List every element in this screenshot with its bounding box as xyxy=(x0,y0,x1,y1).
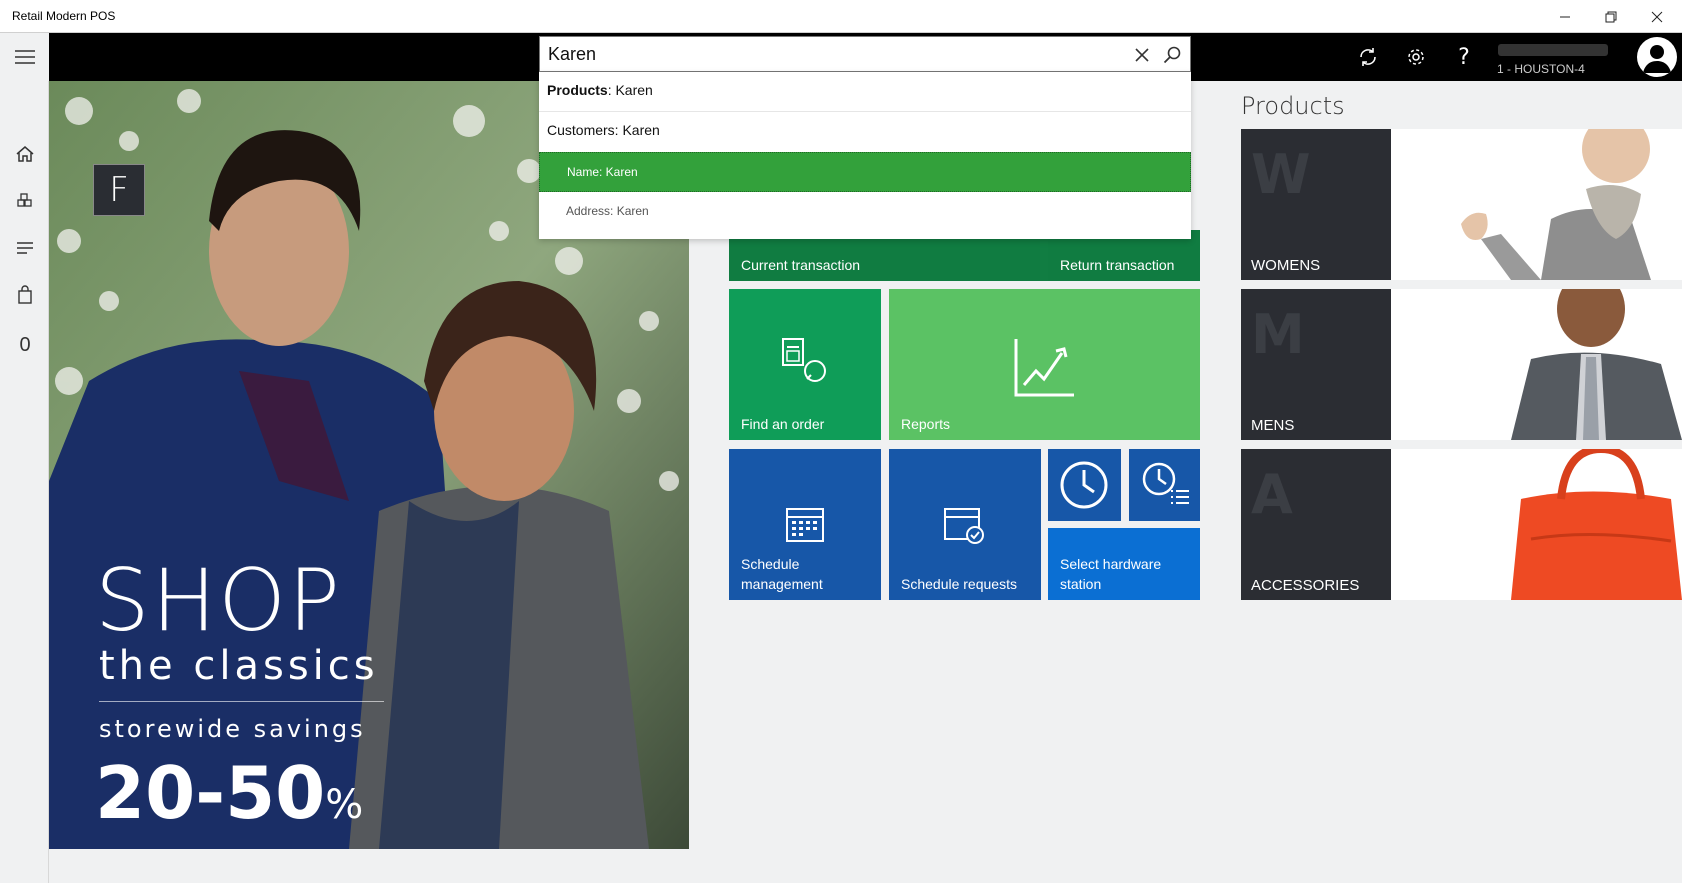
tile-label: Current transaction xyxy=(741,257,861,273)
products-heading: Products xyxy=(1241,92,1345,120)
chart-trend-icon xyxy=(1014,339,1074,397)
category-womens[interactable]: W WOMENS xyxy=(1241,129,1682,280)
promo-tagline: storewide savings xyxy=(99,715,366,743)
brand-logo: F xyxy=(93,164,145,216)
home-icon xyxy=(16,146,34,162)
mens-photo xyxy=(1391,289,1682,440)
cart-count: 0 xyxy=(19,334,31,356)
suggestion-label: Address: Karen xyxy=(566,204,649,218)
category-letter: W xyxy=(1251,143,1311,206)
tile-label: Select hardware station xyxy=(1060,554,1161,594)
tile-timeclock-entries[interactable] xyxy=(1129,449,1200,521)
suggestion-customer-address[interactable]: Address: Karen xyxy=(539,192,1191,232)
tile-schedule-requests[interactable]: Schedule requests xyxy=(889,449,1041,600)
suggestion-customers[interactable]: Customers: Karen xyxy=(539,112,1191,152)
calendar-check-icon xyxy=(944,508,984,544)
search-bar xyxy=(539,36,1191,72)
tile-clock-in[interactable] xyxy=(1048,449,1121,521)
sidebar-item-home[interactable] xyxy=(12,141,38,167)
suggestion-products-query: : Karen xyxy=(607,82,653,98)
tile-schedule-management[interactable]: Schedule management xyxy=(729,449,881,600)
search-submit-button[interactable] xyxy=(1160,43,1184,67)
promo-discount: 20-50% xyxy=(95,751,363,835)
title-bar: Retail Modern POS xyxy=(0,0,1682,33)
help-button[interactable]: ? xyxy=(1446,40,1482,74)
tile-label-line: management xyxy=(741,576,823,592)
suggestion-label: Name: Karen xyxy=(567,165,638,179)
category-label: ACCESSORIES xyxy=(1251,577,1360,594)
clear-search-button[interactable] xyxy=(1130,43,1154,67)
help-icon: ? xyxy=(1458,44,1470,70)
sidebar-item-products[interactable] xyxy=(12,188,38,214)
womens-photo xyxy=(1391,129,1682,280)
category-accessories[interactable]: A ACCESSORIES xyxy=(1241,449,1682,600)
sync-icon xyxy=(1360,48,1376,66)
gear-icon xyxy=(1408,49,1424,65)
promo-discount-suffix: % xyxy=(325,782,364,828)
suggestion-customer-name[interactable]: Name: Karen xyxy=(539,152,1191,192)
user-icon xyxy=(1643,45,1671,73)
sync-button[interactable] xyxy=(1350,40,1386,74)
tile-label-line: Select hardware xyxy=(1060,556,1162,572)
store-label: 1 - HOUSTON-4 xyxy=(1497,62,1585,76)
category-letter: A xyxy=(1251,463,1293,526)
category-label: WOMENS xyxy=(1251,257,1321,274)
tile-select-hardware-station[interactable]: Select hardware station xyxy=(1048,528,1200,600)
find-order-icon xyxy=(782,338,826,382)
restore-icon xyxy=(1605,11,1617,22)
sidebar-item-cart[interactable] xyxy=(12,282,38,308)
calendar-icon xyxy=(786,508,824,542)
category-letter: M xyxy=(1251,303,1305,366)
promo-discount-value: 20-50 xyxy=(95,751,326,835)
tile-label: Schedule requests xyxy=(901,576,1017,592)
category-mens[interactable]: M MENS xyxy=(1241,289,1682,440)
minimize-icon xyxy=(1560,16,1570,17)
promo-divider xyxy=(99,701,384,702)
close-icon xyxy=(1135,48,1149,62)
operator-name-redacted xyxy=(1498,44,1608,56)
list-icon xyxy=(17,242,33,254)
tile-label-line: station xyxy=(1060,576,1102,592)
suggestion-products-prefix: Products xyxy=(547,82,608,98)
search-icon xyxy=(1163,46,1181,64)
tile-label-line: Schedule xyxy=(741,556,800,572)
tile-find-order[interactable]: Find an order xyxy=(729,289,881,440)
tile-label: Reports xyxy=(901,416,951,432)
search-input[interactable] xyxy=(548,42,1108,66)
restore-button[interactable] xyxy=(1588,0,1634,33)
category-label: MENS xyxy=(1251,417,1295,434)
promo-headline: SHOP xyxy=(95,551,342,651)
close-icon xyxy=(1651,11,1663,22)
tile-label: Schedule management xyxy=(741,554,823,594)
tile-reports[interactable]: Reports xyxy=(889,289,1200,440)
app-title: Retail Modern POS xyxy=(12,9,116,23)
suggestion-label: Customers: Karen xyxy=(547,122,660,138)
tile-label: Return transaction xyxy=(1060,257,1175,273)
sidebar: 0 xyxy=(0,33,49,883)
boxes-icon xyxy=(17,193,32,207)
suggestion-products[interactable]: Products: Karen xyxy=(539,72,1191,112)
menu-button[interactable] xyxy=(0,33,49,81)
settings-button[interactable] xyxy=(1398,40,1434,74)
shopping-bag-icon xyxy=(18,285,32,304)
clock-list-icon xyxy=(1142,462,1189,504)
bag-photo xyxy=(1391,449,1682,600)
sidebar-item-transactions[interactable] xyxy=(12,235,38,261)
search-suggestions: Products: Karen Customers: Karen Name: K… xyxy=(539,72,1191,239)
minimize-button[interactable] xyxy=(1542,0,1588,33)
hamburger-icon xyxy=(14,50,35,64)
tile-label: Find an order xyxy=(741,416,825,432)
promo-subheadline: the classics xyxy=(99,643,379,689)
close-window-button[interactable] xyxy=(1634,0,1680,33)
avatar[interactable] xyxy=(1637,37,1677,77)
clock-icon xyxy=(1060,461,1108,509)
